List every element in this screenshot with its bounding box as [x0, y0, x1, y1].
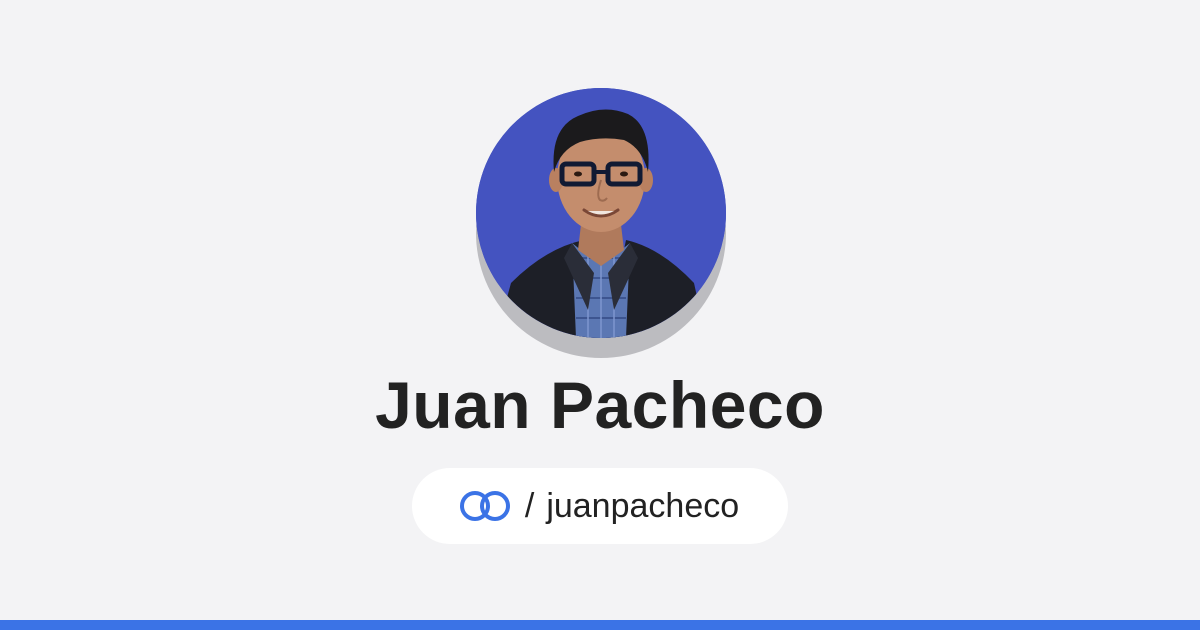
handle-separator: / [524, 487, 535, 525]
person-portrait [476, 88, 726, 338]
profile-photo [476, 88, 726, 338]
bottom-accent-bar [0, 620, 1200, 630]
avatar [476, 88, 726, 358]
linked-rings-icon [457, 488, 515, 524]
profile-handle[interactable]: juanpacheco [546, 486, 739, 526]
profile-name: Juan Pacheco [375, 368, 825, 442]
profile-link-pill[interactable]: / juanpacheco [412, 468, 788, 544]
